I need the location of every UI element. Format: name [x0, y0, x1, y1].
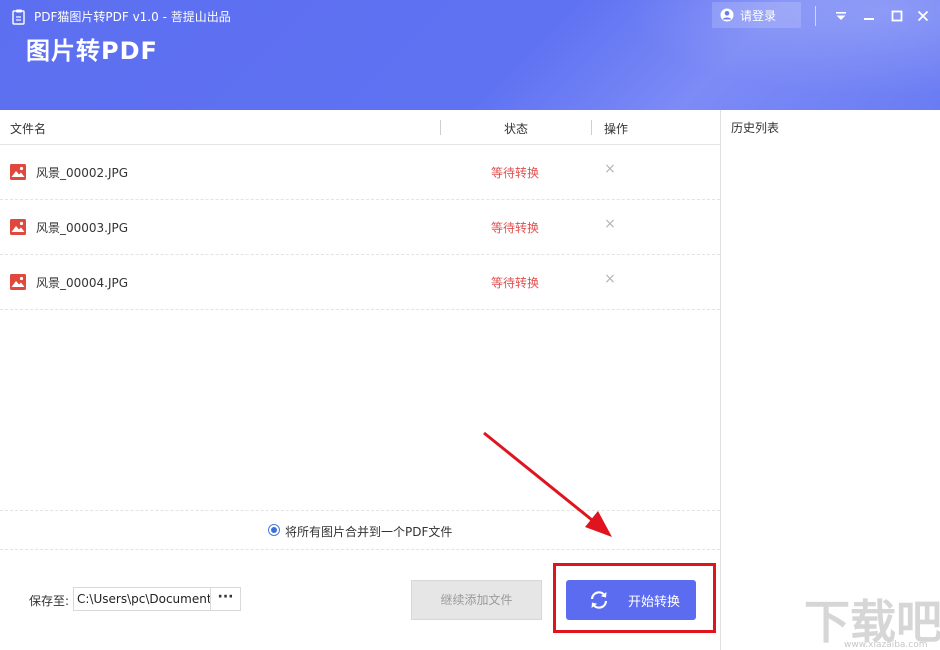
maximize-button[interactable] — [887, 6, 907, 26]
minimize-icon — [864, 18, 874, 20]
history-panel: 历史列表 — [720, 110, 940, 650]
start-conversion-button[interactable]: 开始转换 — [566, 580, 696, 620]
file-status: 等待转换 — [491, 276, 540, 290]
column-divider — [591, 120, 592, 135]
table-row[interactable]: 风景_00003.JPG 等待转换 × — [0, 200, 720, 255]
app-logo-icon — [12, 9, 25, 25]
chevron-down-icon — [836, 12, 846, 20]
maximize-icon — [891, 10, 903, 22]
title-bar: PDF猫图片转PDF v1.0 - 菩提山出品 图片转PDF 请登录 — [0, 0, 940, 110]
save-location-label: 保存至: — [29, 594, 70, 608]
remove-file-button[interactable]: × — [602, 161, 618, 177]
image-file-icon — [10, 219, 26, 235]
merge-option-row: 将所有图片合并到一个PDF文件 — [0, 510, 720, 550]
title-bar-divider — [815, 6, 816, 26]
column-header-action: 操作 — [604, 122, 629, 136]
menu-dropdown-button[interactable] — [831, 6, 851, 26]
column-divider — [440, 120, 441, 135]
file-status: 等待转换 — [491, 166, 540, 180]
window-title: PDF猫图片转PDF v1.0 - 菩提山出品 — [34, 10, 231, 24]
add-more-files-button[interactable]: 继续添加文件 — [411, 580, 542, 620]
user-icon — [720, 8, 734, 22]
login-button[interactable]: 请登录 — [712, 2, 801, 28]
minimize-button[interactable] — [859, 6, 879, 26]
close-window-button[interactable] — [913, 6, 933, 26]
start-conversion-label: 开始转换 — [628, 594, 681, 610]
watermark-url: www.xiazaiba.com — [844, 640, 928, 650]
login-label: 请登录 — [740, 8, 777, 23]
page-title: 图片转PDF — [26, 37, 158, 65]
refresh-icon — [590, 591, 608, 609]
table-row[interactable]: 风景_00002.JPG 等待转换 × — [0, 145, 720, 200]
close-icon — [917, 10, 929, 22]
file-table-header: 文件名 状态 操作 — [0, 110, 720, 145]
column-header-status: 状态 — [504, 122, 529, 136]
merge-option-label[interactable]: 将所有图片合并到一个PDF文件 — [285, 523, 452, 540]
file-status: 等待转换 — [491, 221, 540, 235]
remove-file-button[interactable]: × — [602, 271, 618, 287]
file-name: 风景_00002.JPG — [36, 166, 129, 180]
file-name: 风景_00004.JPG — [36, 276, 129, 290]
remove-file-button[interactable]: × — [602, 216, 618, 232]
image-file-icon — [10, 164, 26, 180]
column-header-filename: 文件名 — [10, 122, 47, 136]
save-path-field[interactable]: C:\Users\pc\Documents — [73, 587, 211, 611]
table-row[interactable]: 风景_00004.JPG 等待转换 × — [0, 255, 720, 310]
file-name: 风景_00003.JPG — [36, 221, 129, 235]
image-file-icon — [10, 274, 26, 290]
merge-radio[interactable] — [268, 524, 280, 536]
history-title: 历史列表 — [731, 121, 780, 135]
browse-folder-button[interactable]: ··· — [211, 587, 241, 611]
